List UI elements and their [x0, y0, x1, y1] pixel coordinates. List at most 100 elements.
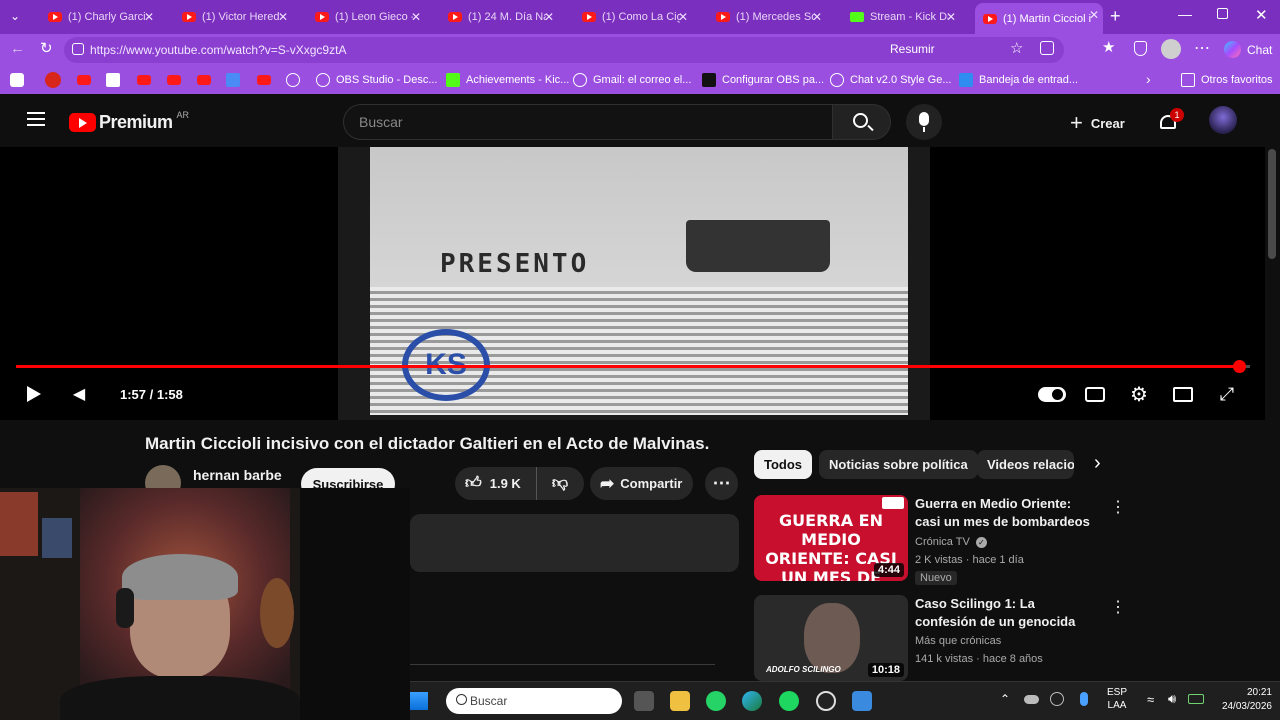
bookmarks-more-chevron-icon[interactable]: › — [1146, 71, 1151, 87]
bookmark-google-icon[interactable] — [106, 73, 120, 87]
close-window-button[interactable]: ✕ — [1255, 6, 1268, 24]
bookmark-gmail[interactable]: Gmail: el correo el... — [573, 73, 691, 87]
new-tab-button[interactable]: + — [1110, 6, 1121, 27]
close-tab-icon[interactable]: ✕ — [946, 10, 956, 24]
recommendation-title[interactable]: Caso Scilingo 1: La confesión de un geno… — [915, 595, 1095, 631]
browser-menu-icon[interactable]: ⋯ — [1194, 38, 1210, 58]
youtube-logo[interactable]: Premium AR — [69, 110, 189, 133]
bookmark-red-icon[interactable] — [45, 72, 61, 88]
bookmark-obs[interactable]: OBS Studio - Desc... — [316, 73, 437, 87]
close-tab-icon[interactable]: ✕ — [144, 10, 154, 24]
chips-next-chevron-icon[interactable]: › — [1094, 452, 1101, 475]
back-arrow-icon[interactable]: ← — [10, 40, 25, 57]
network-tray-icon[interactable] — [1050, 692, 1064, 706]
channel-name[interactable]: hernan barbe — [193, 467, 282, 483]
file-explorer-icon[interactable] — [670, 691, 690, 711]
browser-tab[interactable]: (1) Victor Heredia ✕ — [174, 5, 292, 29]
voice-search-button[interactable] — [906, 104, 942, 140]
dislike-button[interactable]: 👎︎ — [537, 474, 583, 493]
favorites-icon[interactable]: ★ — [1102, 38, 1115, 56]
copilot-icon[interactable] — [1224, 41, 1241, 58]
recommendation-channel[interactable]: Más que crónicas — [915, 635, 1001, 647]
volume-tray-icon[interactable]: 🔊︎ — [1168, 691, 1176, 707]
search-button[interactable] — [833, 104, 891, 140]
microphone-tray-icon[interactable] — [1080, 692, 1088, 706]
fullscreen-button[interactable]: ⤢ — [1213, 382, 1241, 406]
url-field[interactable]: https://www.youtube.com/watch?v=S-vXxgc9… — [64, 37, 1064, 63]
bookmark-youtube-icon[interactable] — [167, 75, 181, 85]
taskbar-search[interactable]: Buscar — [446, 688, 622, 714]
autoplay-toggle[interactable] — [1037, 382, 1067, 406]
edge-icon[interactable] — [742, 691, 762, 711]
maximize-button[interactable] — [1217, 8, 1228, 19]
bookmark-chat-style[interactable]: Chat v2.0 Style Ge... — [830, 73, 952, 87]
site-info-icon[interactable] — [72, 43, 84, 55]
app-icon[interactable] — [852, 691, 872, 711]
bookmark-youtube-icon[interactable] — [77, 75, 91, 85]
wifi-icon[interactable]: ≈ — [1147, 692, 1154, 707]
close-tab-icon[interactable]: ✕ — [411, 10, 421, 24]
shield-icon[interactable] — [1134, 41, 1147, 56]
reload-icon[interactable]: ↻ — [40, 39, 53, 57]
tray-chevron-icon[interactable]: ⌃ — [1000, 692, 1010, 706]
miniplayer-button[interactable] — [1169, 382, 1197, 406]
close-tab-icon[interactable]: ✕ — [278, 10, 288, 24]
volume-button[interactable]: ◀ — [65, 382, 93, 406]
scrollbar-thumb[interactable] — [1268, 149, 1276, 259]
create-button[interactable]: + Crear — [1070, 110, 1125, 136]
bookmark-inbox[interactable]: Bandeja de entrad... — [959, 73, 1078, 87]
video-player[interactable]: PRESENTO KS ◀ 1:57 / 1:58 ⚙ ⤢ — [0, 147, 1265, 420]
browser-tab[interactable]: Stream - Kick Dashb✕ — [842, 5, 960, 29]
clock[interactable]: 20:21 24/03/2026 — [1218, 686, 1272, 714]
chat-label[interactable]: Chat — [1247, 43, 1272, 57]
browser-tab[interactable]: (1) Como La Cigarra✕ — [574, 5, 692, 29]
settings-button[interactable]: ⚙ — [1125, 382, 1153, 406]
bookmark-app-icon[interactable] — [10, 73, 24, 87]
chip-politica[interactable]: Noticias sobre política — [819, 450, 978, 479]
bookmark-youtube-icon[interactable] — [137, 75, 151, 85]
more-actions-button[interactable]: ⋯ — [705, 467, 738, 500]
bookmark-obs-config[interactable]: Configurar OBS pa... — [702, 73, 824, 87]
play-button[interactable] — [20, 382, 48, 406]
bookmark-globe-icon[interactable] — [286, 73, 300, 87]
profile-avatar[interactable] — [1161, 39, 1181, 59]
bookmark-translate-icon[interactable] — [226, 73, 240, 87]
more-vertical-icon[interactable]: ⋮ — [1110, 597, 1126, 617]
subtitles-button[interactable] — [1081, 382, 1109, 406]
recommendation-item[interactable]: GUERRA EN MEDIO ORIENTE: CASI UN MES DE … — [754, 495, 1134, 585]
progress-bar[interactable] — [16, 360, 1250, 373]
bookmark-kick[interactable]: Achievements - Kic... — [446, 73, 569, 87]
bookmark-youtube-icon[interactable] — [257, 75, 271, 85]
share-button[interactable]: ➦ Compartir — [590, 467, 693, 500]
windows-start-icon[interactable] — [410, 692, 428, 710]
browser-tab[interactable]: (1) Mercedes Sosa,✕ — [708, 5, 826, 29]
search-input[interactable]: Buscar — [343, 104, 833, 140]
close-tab-icon[interactable]: ✕ — [812, 10, 822, 24]
tab-list-chevron-icon[interactable]: ⌄ — [10, 9, 20, 23]
obs-icon[interactable] — [816, 691, 836, 711]
other-favorites[interactable]: Otros favoritos — [1181, 73, 1273, 87]
description-box[interactable] — [410, 514, 739, 572]
bookmark-youtube-icon[interactable] — [197, 75, 211, 85]
language-indicator[interactable]: ESP LAA — [1107, 686, 1127, 712]
more-vertical-icon[interactable]: ⋮ — [1110, 497, 1126, 517]
whatsapp-icon[interactable] — [706, 691, 726, 711]
battery-icon[interactable] — [1188, 694, 1204, 704]
browser-tab[interactable]: (1) Martin Cicciol i ✕ — [975, 3, 1103, 34]
recommendation-title[interactable]: Guerra en Medio Oriente: casi un mes de … — [915, 495, 1095, 531]
chip-todos[interactable]: Todos — [754, 450, 813, 479]
close-tab-icon[interactable]: ✕ — [544, 10, 554, 24]
onedrive-icon[interactable] — [1024, 695, 1039, 704]
video-thumbnail[interactable]: ADOLFO SCILINGO 10:18 — [754, 595, 908, 681]
close-tab-icon[interactable]: ✕ — [678, 10, 688, 24]
browser-tab[interactable]: (1) Leon Gieco - "Sc✕ — [307, 5, 425, 29]
star-icon[interactable]: ☆ — [1010, 39, 1023, 57]
notifications-button[interactable]: 1 — [1158, 108, 1184, 133]
like-button[interactable]: 👍︎ 1.9 K — [455, 467, 537, 500]
extensions-icon[interactable] — [1040, 41, 1054, 55]
browser-tab[interactable]: (1) Charly Garcia Lo✕ — [40, 5, 158, 29]
user-avatar[interactable] — [1209, 106, 1237, 134]
recommendation-channel[interactable]: Crónica TV ✓ — [915, 536, 987, 548]
spotify-icon[interactable] — [779, 691, 799, 711]
chip-relacionados[interactable]: Videos relaciona — [977, 450, 1074, 479]
